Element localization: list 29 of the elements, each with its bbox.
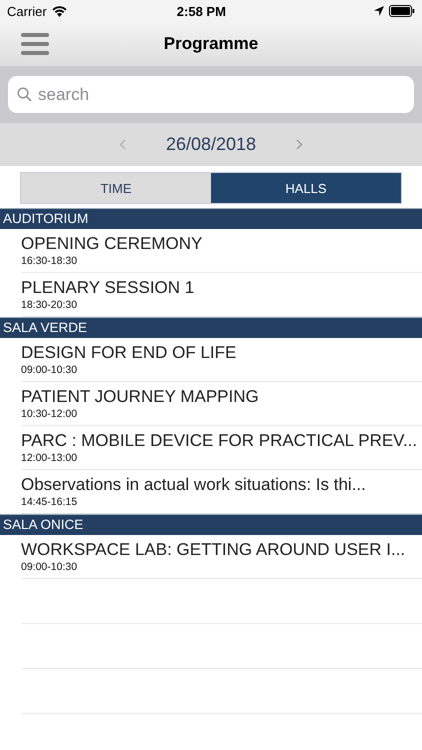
- carrier-name: Carrier: [7, 4, 47, 18]
- session-time: 09:00-10:30: [21, 561, 78, 573]
- battery-icon: [389, 5, 415, 17]
- screen-title: Programme: [162, 34, 260, 54]
- date-label: 26/08/2018: [166, 134, 256, 155]
- search-icon: [17, 87, 32, 102]
- section-header: AUDITORIUM: [0, 208, 422, 229]
- session-time: 18:30-20:30: [21, 299, 78, 311]
- search-field[interactable]: search: [8, 76, 414, 113]
- menu-icon[interactable]: [21, 33, 49, 55]
- session-title[interactable]: PATIENT JOURNEY MAPPING: [21, 387, 422, 407]
- session-time: 16:30-18:30: [21, 255, 78, 267]
- segment-tab[interactable]: HALLS: [211, 173, 401, 203]
- section-header: SALA ONICE: [0, 514, 422, 535]
- session-time: 10:30-12:00: [21, 408, 78, 420]
- location-arrow-icon: [374, 6, 384, 16]
- session-time: 09:00-10:30: [21, 364, 78, 376]
- session-title[interactable]: Observations in actual work situations: Is thi...: [21, 475, 422, 495]
- session-title[interactable]: PARC : MOBILE DEVICE FOR PRACTICAL PREV...: [21, 431, 422, 451]
- section-header: SALA VERDE: [0, 317, 422, 338]
- session-title[interactable]: DESIGN FOR END OF LIFE: [21, 343, 422, 363]
- session-title[interactable]: WORKSPACE LAB: GETTING AROUND USER I...: [21, 540, 422, 560]
- session-title[interactable]: PLENARY SESSION 1: [21, 278, 422, 298]
- session-time: 12:00-13:00: [21, 452, 78, 464]
- session-title[interactable]: OPENING CEREMONY: [21, 234, 422, 254]
- wifi-icon: [52, 6, 67, 16]
- segment-tab[interactable]: TIME: [21, 173, 211, 203]
- session-time: 14:45-16:15: [21, 496, 78, 508]
- status-time: 2:58 PM: [176, 4, 227, 18]
